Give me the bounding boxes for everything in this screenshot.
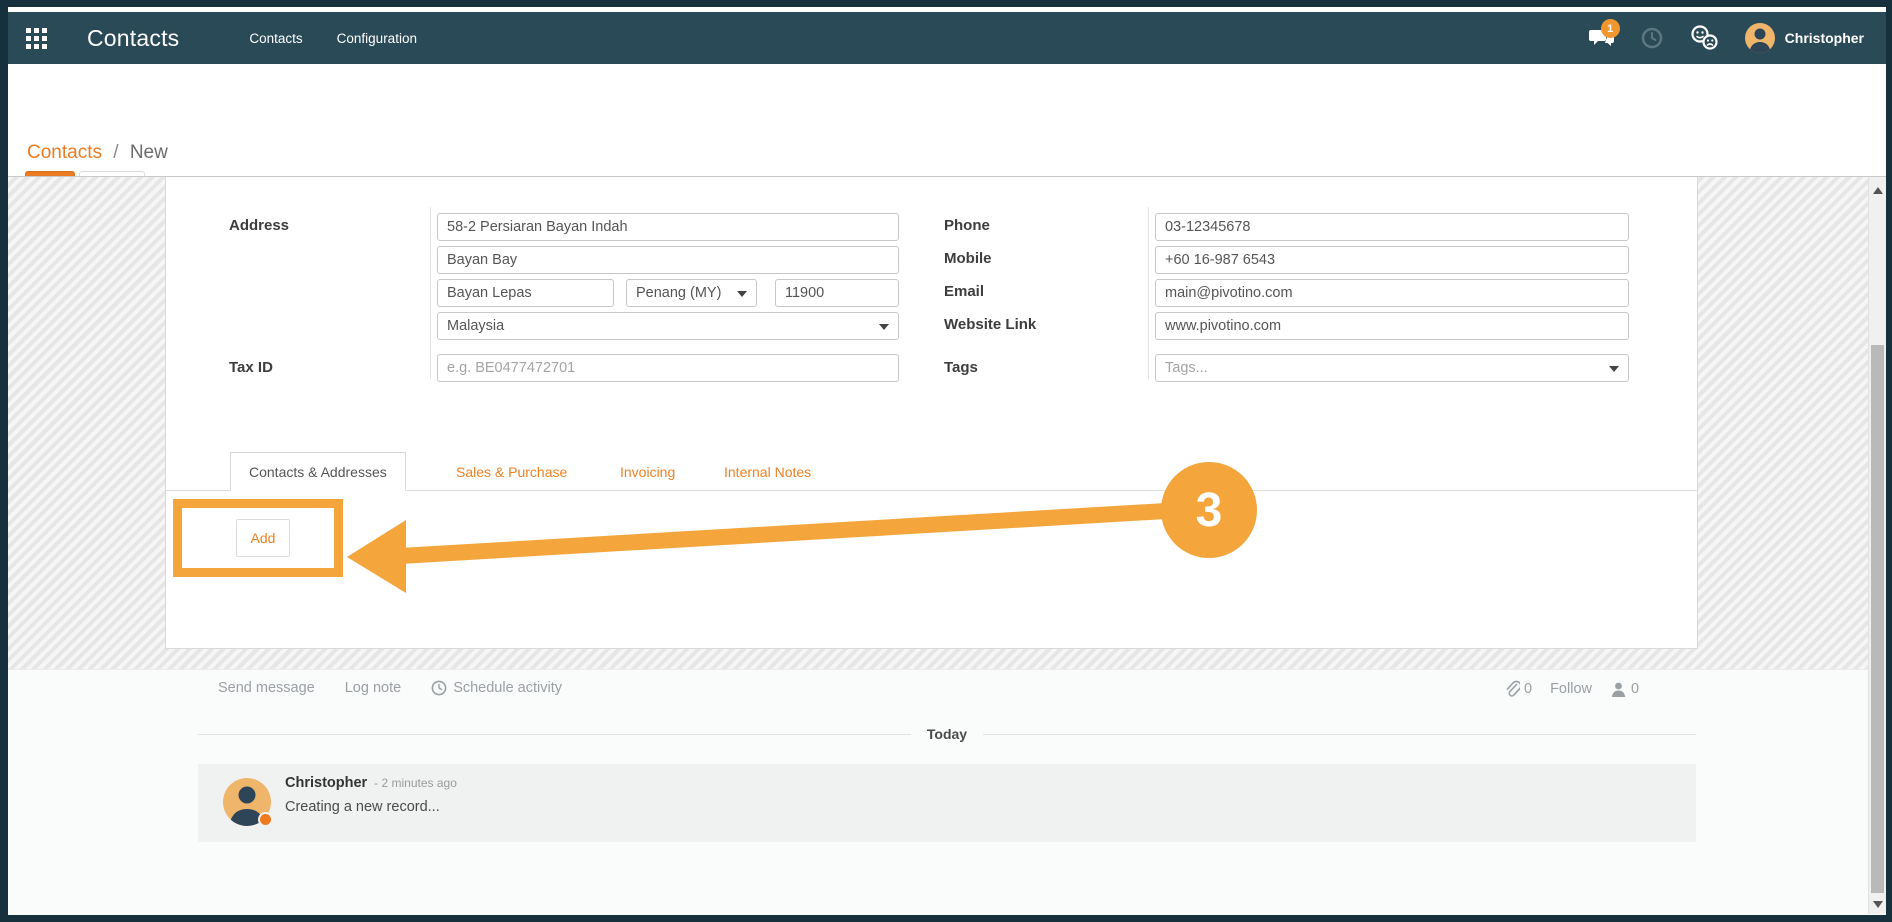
- chatter-message[interactable]: Christopher - 2 minutes ago Creating a ne…: [198, 764, 1696, 842]
- zip-field: [775, 279, 899, 307]
- message-author[interactable]: Christopher: [285, 775, 367, 791]
- activities-clock-icon[interactable]: [1641, 27, 1663, 49]
- country-field: [437, 312, 899, 340]
- send-message-button[interactable]: Send message: [218, 680, 315, 696]
- tax-id-input[interactable]: [437, 354, 899, 382]
- add-button-highlight-box: [173, 499, 343, 577]
- log-note-button[interactable]: Log note: [345, 680, 401, 696]
- email-field: [1155, 279, 1629, 307]
- date-divider: Today: [198, 726, 1696, 742]
- email-label: Email: [944, 283, 984, 300]
- website-link-label: Website Link: [944, 316, 1036, 333]
- schedule-activity-button[interactable]: Schedule activity: [431, 680, 562, 696]
- chatter: Send message Log note Schedule activity …: [8, 669, 1886, 915]
- email-input[interactable]: [1155, 279, 1629, 307]
- right-column-separator: [1148, 207, 1149, 379]
- city-input[interactable]: [437, 279, 614, 307]
- zip-input[interactable]: [775, 279, 899, 307]
- messages-badge: 1: [1601, 19, 1620, 38]
- state-field: [626, 279, 757, 307]
- tab-contacts-addresses[interactable]: Contacts & Addresses: [230, 452, 406, 491]
- city-field: [437, 279, 614, 307]
- tab-internal-notes[interactable]: Internal Notes: [706, 452, 829, 491]
- phone-input[interactable]: [1155, 213, 1629, 241]
- form-sheet: Address Tax ID Phone Mobile Email Websit: [165, 177, 1698, 649]
- mood-faces-icon[interactable]: [1689, 25, 1719, 51]
- mobile-label: Mobile: [944, 250, 992, 267]
- street-field: [437, 213, 899, 241]
- date-divider-label: Today: [927, 726, 967, 742]
- street2-input[interactable]: [437, 246, 899, 274]
- online-status-dot: [258, 812, 273, 827]
- website-link-input[interactable]: [1155, 312, 1629, 340]
- scroll-up-icon[interactable]: [1873, 187, 1883, 194]
- vertical-scrollbar[interactable]: [1868, 177, 1886, 914]
- tags-field: [1155, 354, 1629, 382]
- breadcrumb: Contacts / New: [27, 142, 168, 164]
- app-title: Contacts: [87, 25, 179, 52]
- street2-field: [437, 246, 899, 274]
- website-link-field: [1155, 312, 1629, 340]
- message-timestamp: - 2 minutes ago: [374, 776, 457, 790]
- scrollbar-thumb[interactable]: [1871, 345, 1884, 893]
- tab-invoicing[interactable]: Invoicing: [602, 452, 693, 491]
- phone-label: Phone: [944, 217, 990, 234]
- message-body: Creating a new record...: [285, 799, 440, 815]
- schedule-activity-label: Schedule activity: [453, 680, 562, 696]
- follow-button[interactable]: Follow: [1550, 681, 1592, 697]
- follow-label: Follow: [1550, 681, 1592, 697]
- messages-icon[interactable]: 1: [1589, 27, 1615, 49]
- step-number: 3: [1196, 483, 1223, 538]
- tags-input[interactable]: [1155, 354, 1629, 382]
- tax-id-label: Tax ID: [229, 359, 273, 376]
- follower-person-icon: [1610, 681, 1627, 698]
- user-avatar[interactable]: [1745, 23, 1775, 53]
- country-select[interactable]: [437, 312, 899, 340]
- step-annotation-circle: 3: [1161, 462, 1257, 558]
- state-select[interactable]: [626, 279, 757, 307]
- schedule-clock-icon: [431, 680, 447, 696]
- phone-field: [1155, 213, 1629, 241]
- control-panel: Contacts / New Save Discard: [8, 64, 1886, 176]
- mobile-input[interactable]: [1155, 246, 1629, 274]
- nav-menu-configuration[interactable]: Configuration: [337, 31, 417, 46]
- address-label: Address: [229, 217, 289, 234]
- tax-id-field: [437, 354, 899, 382]
- follower-count: 0: [1631, 681, 1639, 697]
- followers-button[interactable]: 0: [1610, 681, 1639, 698]
- attachments-button[interactable]: 0: [1504, 680, 1532, 698]
- breadcrumb-contacts[interactable]: Contacts: [27, 142, 102, 163]
- nav-menu-contacts[interactable]: Contacts: [249, 31, 302, 46]
- breadcrumb-new: New: [130, 142, 168, 163]
- street-input[interactable]: [437, 213, 899, 241]
- attachment-count: 0: [1524, 681, 1532, 697]
- breadcrumb-separator: /: [113, 142, 118, 163]
- left-column-separator: [430, 207, 431, 379]
- mobile-field: [1155, 246, 1629, 274]
- scroll-down-icon[interactable]: [1873, 901, 1883, 908]
- tags-label: Tags: [944, 359, 978, 376]
- user-name[interactable]: Christopher: [1785, 30, 1864, 46]
- apps-grid-icon[interactable]: [26, 28, 47, 49]
- top-navbar: Contacts Contacts Configuration 1: [8, 12, 1886, 64]
- tab-sales-purchase[interactable]: Sales & Purchase: [438, 452, 585, 491]
- nav-menu: Contacts Configuration: [249, 31, 417, 46]
- paperclip-icon: [1504, 680, 1520, 698]
